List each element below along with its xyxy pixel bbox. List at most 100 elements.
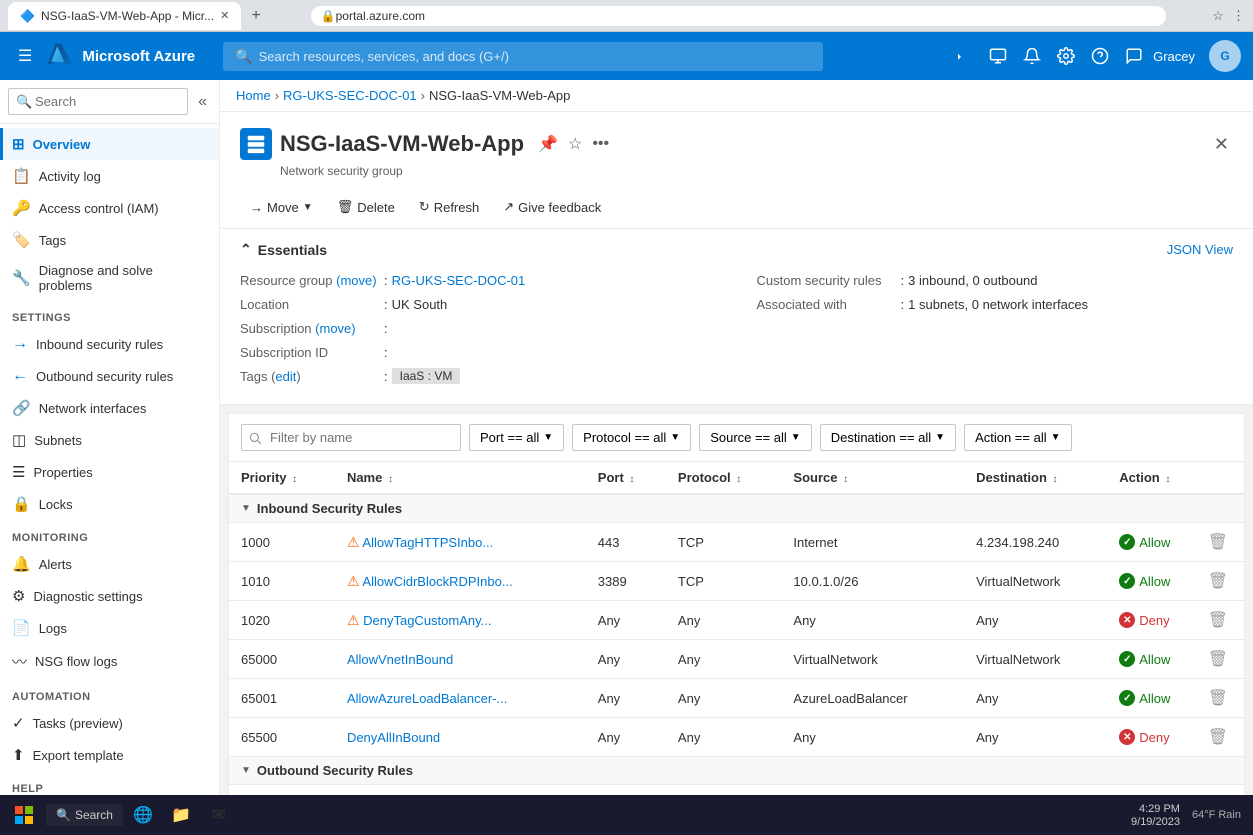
browser-tab[interactable]: 🔷 NSG-IaaS-VM-Web-App - Micr... ✕ <box>8 2 241 30</box>
sidebar-search-input[interactable] <box>8 88 188 115</box>
delete-rule-btn[interactable]: 🗑 <box>1204 608 1232 632</box>
favorite-icon-btn[interactable]: ☆ <box>566 132 584 156</box>
sidebar-item-properties[interactable]: ☰ Properties <box>0 456 219 488</box>
destination-cell: VirtualNetwork <box>964 562 1107 601</box>
sidebar-item-tags[interactable]: 🏷️ Tags <box>0 224 219 256</box>
source-filter-chevron: ▼ <box>791 432 801 443</box>
rule-name-link[interactable]: AllowAzureLoadBalancer-... <box>347 691 507 706</box>
sidebar-item-label: Alerts <box>39 557 72 572</box>
hamburger-menu[interactable]: ☰ <box>12 40 38 72</box>
inbound-section-toggle[interactable]: ▼ Inbound Security Rules <box>241 501 1232 516</box>
sidebar-item-diagnose[interactable]: 🔧 Diagnose and solve problems <box>0 256 219 300</box>
resource-group-move-link[interactable]: (move) <box>336 273 376 288</box>
essentials-header[interactable]: ⌃ Essentials JSON View <box>240 241 1233 258</box>
sidebar-item-outbound-rules[interactable]: ← Outbound security rules <box>0 360 219 392</box>
settings-btn[interactable] <box>1051 41 1081 71</box>
more-options-btn[interactable]: ••• <box>590 132 611 156</box>
help-btn[interactable] <box>1085 41 1115 71</box>
sidebar-item-tasks[interactable]: ✓ Tasks (preview) <box>0 707 219 739</box>
sidebar-item-logs[interactable]: 📄 Logs <box>0 612 219 644</box>
subscription-move-link[interactable]: (move) <box>315 321 355 336</box>
rules-toolbar: Port == all ▼ Protocol == all ▼ Source =… <box>229 414 1244 462</box>
address-bar[interactable]: 🔒 portal.azure.com <box>311 6 1167 26</box>
source-cell: Internet <box>781 523 964 562</box>
location-value: UK South <box>392 297 448 312</box>
col-destination[interactable]: Destination ↕ <box>964 462 1107 494</box>
feedback-btn[interactable] <box>1119 41 1149 71</box>
sidebar-item-label: Outbound security rules <box>36 369 173 384</box>
user-avatar[interactable]: G <box>1209 40 1241 72</box>
sidebar-item-access-control[interactable]: 🔑 Access control (IAM) <box>0 192 219 224</box>
refresh-btn[interactable]: ↻ Refresh <box>409 194 489 220</box>
outbound-section-toggle[interactable]: ▼ Outbound Security Rules <box>241 763 1232 778</box>
pin-icon-btn[interactable]: 📌 <box>536 132 560 156</box>
move-btn[interactable]: → Move ▼ <box>240 195 323 220</box>
port-filter-btn[interactable]: Port == all ▼ <box>469 424 564 451</box>
col-source[interactable]: Source ↕ <box>781 462 964 494</box>
taskbar-mail-icon[interactable]: ✉ <box>201 797 237 833</box>
new-tab-btn[interactable]: + <box>247 3 264 29</box>
feedback-btn[interactable]: ↗ Give feedback <box>493 194 611 220</box>
destination-cell: 4.234.198.240 <box>964 523 1107 562</box>
directory-btn[interactable] <box>983 41 1013 71</box>
breadcrumb-home[interactable]: Home <box>236 88 271 103</box>
main-layout: 🔍 « ⊞ Overview 📋 Activity log 🔑 Access c… <box>0 80 1253 803</box>
sidebar-item-locks[interactable]: 🔒 Locks <box>0 488 219 520</box>
rule-name-link[interactable]: AllowTagHTTPSInbo... <box>362 535 493 550</box>
filter-name-input[interactable] <box>241 424 461 451</box>
action-filter-btn[interactable]: Action == all ▼ <box>964 424 1071 451</box>
sidebar-collapse-btn[interactable]: « <box>194 89 211 115</box>
resource-name: NSG-IaaS-VM-Web-App <box>280 131 524 157</box>
outbound-icon: ← <box>12 367 28 385</box>
sidebar-item-inbound-rules[interactable]: → Inbound security rules <box>0 328 219 360</box>
nsg-flow-icon: 〰 <box>12 651 27 672</box>
protocol-filter-btn[interactable]: Protocol == all ▼ <box>572 424 691 451</box>
resource-group-value[interactable]: RG-UKS-SEC-DOC-01 <box>392 273 526 288</box>
sidebar-item-network-interfaces[interactable]: 🔗 Network interfaces <box>0 392 219 424</box>
taskbar-explorer-icon[interactable]: 📁 <box>163 797 199 833</box>
col-name[interactable]: Name ↕ <box>335 462 586 494</box>
taskbar: 🔍 Search 🌐 📁 ✉ 4:29 PM 9/19/2023 64°F Ra… <box>0 795 1253 835</box>
global-search[interactable]: 🔍 <box>223 42 823 71</box>
col-protocol[interactable]: Protocol ↕ <box>666 462 781 494</box>
source-filter-btn[interactable]: Source == all ▼ <box>699 424 812 451</box>
sidebar-item-alerts[interactable]: 🔔 Alerts <box>0 548 219 580</box>
sidebar-item-subnets[interactable]: ◫ Subnets <box>0 424 219 456</box>
rule-name-link[interactable]: DenyTagCustomAny... <box>363 613 491 628</box>
col-action[interactable]: Action ↕ <box>1107 462 1244 494</box>
delete-rule-btn[interactable]: 🗑 <box>1204 569 1232 593</box>
sidebar-item-overview[interactable]: ⊞ Overview <box>0 128 219 160</box>
tab-close-btn[interactable]: ✕ <box>220 9 229 22</box>
top-nav: ☰ Microsoft Azure 🔍 Gracey G <box>0 32 1253 80</box>
rule-name-link[interactable]: AllowVnetInBound <box>347 652 453 667</box>
col-port[interactable]: Port ↕ <box>586 462 666 494</box>
sidebar-item-diagnostic-settings[interactable]: ⚙ Diagnostic settings <box>0 580 219 612</box>
rule-name-link[interactable]: AllowCidrBlockRDPInbo... <box>362 574 512 589</box>
delete-rule-btn[interactable]: 🗑 <box>1204 530 1232 554</box>
sidebar-item-export-template[interactable]: ⬆ Export template <box>0 739 219 771</box>
tags-edit-link[interactable]: edit <box>275 369 296 384</box>
delete-rule-btn[interactable]: 🗑 <box>1204 725 1232 749</box>
table-row: 65000 AllowVnetInBound Any Any VirtualNe… <box>229 640 1244 679</box>
json-view-btn[interactable]: JSON View <box>1167 242 1233 257</box>
essentials-section: ⌃ Essentials JSON View Resource group (m… <box>220 229 1253 405</box>
global-search-input[interactable] <box>259 49 812 64</box>
source-cell: 10.0.1.0/26 <box>781 562 964 601</box>
taskbar-browser-icon[interactable]: 🌐 <box>125 797 161 833</box>
delete-rule-btn[interactable]: 🗑 <box>1204 686 1232 710</box>
destination-filter-btn[interactable]: Destination == all ▼ <box>820 424 956 451</box>
azure-logo[interactable]: Microsoft Azure <box>46 42 195 70</box>
breadcrumb-rg[interactable]: RG-UKS-SEC-DOC-01 <box>283 88 417 103</box>
action-cell: Allow 🗑 <box>1107 640 1244 679</box>
taskbar-search[interactable]: 🔍 Search <box>46 804 123 826</box>
delete-btn[interactable]: 🗑 Delete <box>327 194 405 220</box>
col-priority[interactable]: Priority ↕ <box>229 462 335 494</box>
sidebar-item-activity-log[interactable]: 📋 Activity log <box>0 160 219 192</box>
cloud-shell-btn[interactable] <box>949 41 979 71</box>
delete-rule-btn[interactable]: 🗑 <box>1204 647 1232 671</box>
start-button[interactable] <box>4 795 44 835</box>
notifications-btn[interactable] <box>1017 41 1047 71</box>
close-panel-btn[interactable]: ✕ <box>1210 130 1233 159</box>
rule-name-link[interactable]: DenyAllInBound <box>347 730 440 745</box>
sidebar-item-nsg-flow-logs[interactable]: 〰 NSG flow logs <box>0 644 219 679</box>
